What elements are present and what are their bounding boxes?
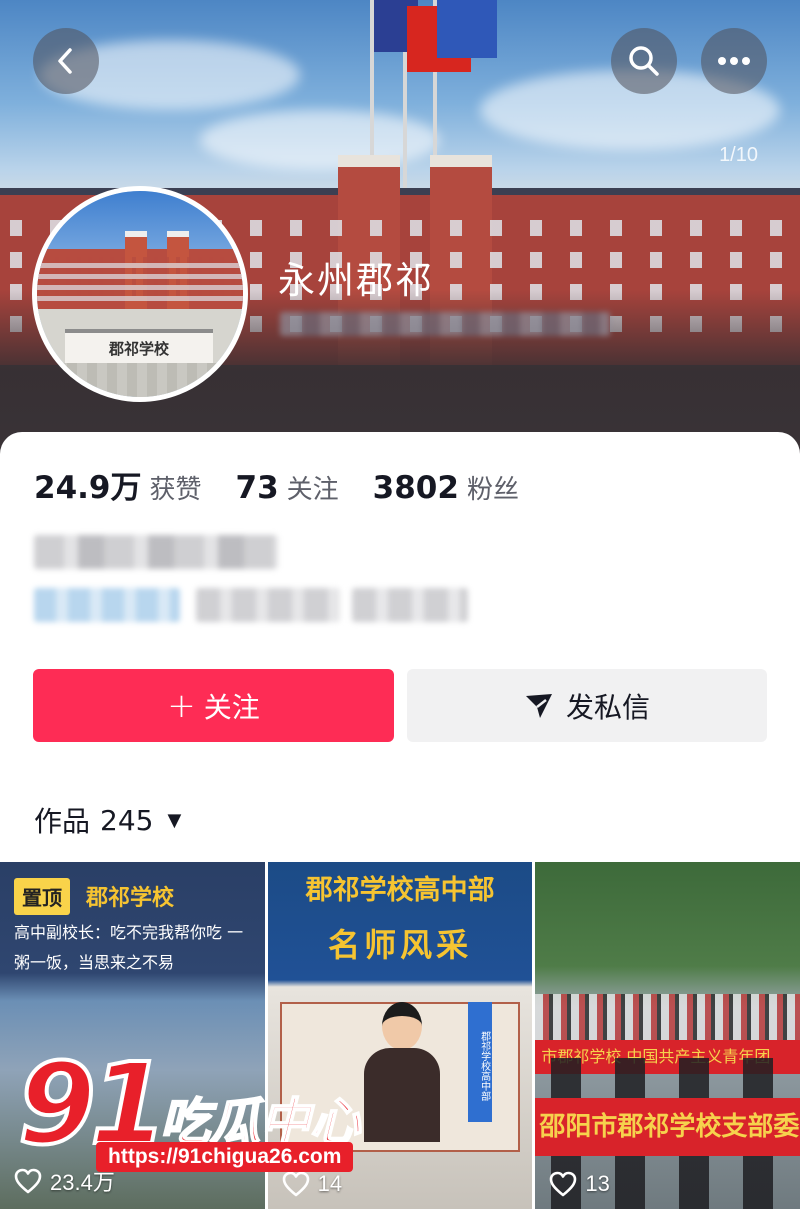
video-title: 郡祁学校 xyxy=(86,885,175,911)
follow-button[interactable]: + 关注 xyxy=(33,669,394,742)
avatar-sign: 郡祁学校 xyxy=(65,329,213,363)
chevron-left-icon xyxy=(58,48,72,74)
works-tab[interactable]: 作品 245 ▼ xyxy=(34,800,181,840)
photo-counter: 1/10 xyxy=(719,144,758,166)
search-button[interactable] xyxy=(611,28,677,94)
followers-count[interactable]: 3802 xyxy=(373,470,459,506)
caret-down-icon: ▼ xyxy=(167,809,182,831)
heart-icon xyxy=(550,1171,577,1197)
video-title: 郡祁学校高中部 xyxy=(305,875,495,906)
more-button[interactable] xyxy=(701,28,767,94)
likes-label: 获赞 xyxy=(149,475,202,505)
message-button-label: 发私信 xyxy=(565,690,650,724)
works-count: 245 xyxy=(100,803,154,837)
redacted-bio-line-3 xyxy=(196,588,340,622)
avatar[interactable]: 郡祁学校 xyxy=(32,186,248,402)
video-subtitle: 高中副校长：吃不完我帮你吃 一粥一饭，当思来之不易 xyxy=(14,923,244,972)
follow-button-label: 关注 xyxy=(203,690,260,724)
video-like-count: 13 xyxy=(549,1171,610,1197)
video-banner: 邵阳市郡祁学校支部委 xyxy=(535,1098,800,1156)
pinned-badge: 置顶 xyxy=(14,878,70,915)
following-count[interactable]: 73 xyxy=(236,470,279,506)
watermark-logo: 91 吃瓜中心 https://91chigua26.com xyxy=(16,1038,438,1200)
plus-icon: + xyxy=(167,685,196,726)
video-thumbnail[interactable]: 市郡祁学校 中国共产主义青年团 邵阳市郡祁学校支部委 13 xyxy=(535,862,800,1209)
more-horizontal-icon xyxy=(718,57,750,65)
profile-stats: 24.9万 获赞 73 关注 3802 粉丝 xyxy=(34,462,553,507)
works-label: 作品 xyxy=(34,805,91,838)
following-label[interactable]: 关注 xyxy=(287,469,339,506)
redacted-account-id xyxy=(280,312,610,336)
like-count-text: 13 xyxy=(585,1171,610,1196)
followers-label[interactable]: 粉丝 xyxy=(467,469,519,506)
likes-count: 24.9万 xyxy=(34,470,142,506)
send-icon xyxy=(525,693,552,718)
profile-nickname: 永州郡祁 xyxy=(278,259,434,302)
message-button[interactable]: 发私信 xyxy=(407,669,767,742)
video-subtitle: 名师风采 xyxy=(328,926,473,964)
search-icon xyxy=(629,46,659,76)
watermark-url: https://91chigua26.com xyxy=(96,1142,354,1172)
redacted-bio-line-4 xyxy=(352,588,468,622)
back-button[interactable] xyxy=(33,28,99,94)
redacted-bio-line-1 xyxy=(34,535,278,569)
redacted-bio-line-2 xyxy=(34,588,180,622)
school-sign: 郡祁学校高中部 xyxy=(467,1002,492,1122)
